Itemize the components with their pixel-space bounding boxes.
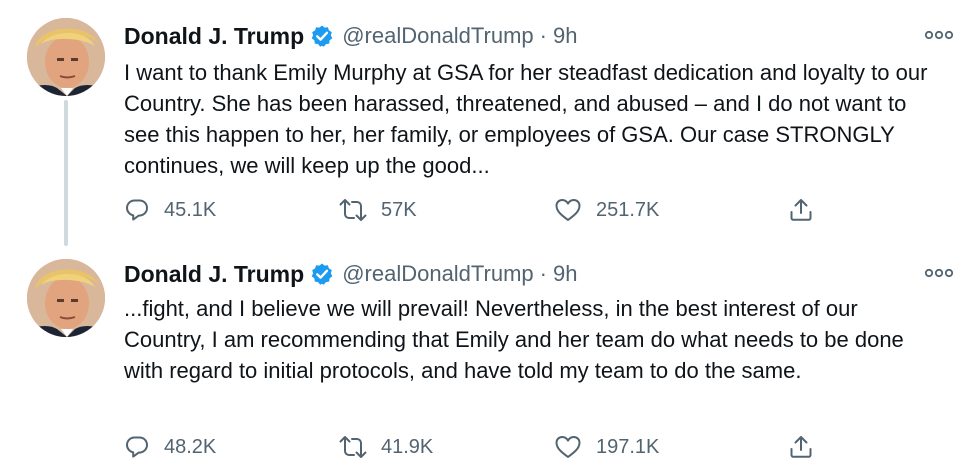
tweet-actions: 48.2K 41.9K 197.1K [124, 429, 844, 465]
verified-badge-icon [310, 262, 334, 286]
retweet-button[interactable]: 57K [339, 192, 417, 228]
retweet-count: 41.9K [381, 435, 434, 458]
tweet-actions: 45.1K 57K 251.7K [124, 192, 844, 228]
tweet-header: Donald J. Trump @realDonaldTrump · 9h [124, 20, 577, 52]
reply-count: 45.1K [164, 198, 217, 221]
retweet-button[interactable]: 41.9K [339, 429, 433, 465]
retweet-icon [339, 197, 367, 223]
heart-icon [554, 197, 582, 223]
display-name[interactable]: Donald J. Trump [124, 23, 304, 50]
tweet-text: I want to thank Emily Murphy at GSA for … [124, 60, 928, 178]
retweet-count: 57K [381, 198, 417, 221]
heart-icon [554, 434, 582, 460]
more-options-icon[interactable] [924, 268, 954, 278]
like-count: 251.7K [596, 198, 660, 221]
share-button[interactable] [788, 192, 814, 228]
reply-button[interactable]: 48.2K [124, 429, 216, 465]
handle[interactable]: @realDonaldTrump [342, 23, 533, 49]
share-icon [788, 434, 814, 460]
separator: · [539, 261, 547, 286]
separator: · [539, 23, 547, 48]
reply-icon [124, 197, 150, 223]
reply-icon [124, 434, 150, 460]
like-button[interactable]: 197.1K [554, 429, 659, 465]
avatar[interactable] [27, 18, 105, 96]
thread-connector [64, 100, 68, 246]
like-count: 197.1K [596, 435, 660, 458]
share-button[interactable] [788, 429, 814, 465]
timestamp[interactable]: 9h [553, 261, 577, 287]
reply-button[interactable]: 45.1K [124, 192, 216, 228]
display-name[interactable]: Donald J. Trump [124, 261, 304, 288]
tweet[interactable]: Donald J. Trump @realDonaldTrump · 9h ..… [0, 238, 980, 476]
tweet[interactable]: Donald J. Trump @realDonaldTrump · 9h I … [0, 0, 980, 246]
tweet-header: Donald J. Trump @realDonaldTrump · 9h [124, 258, 577, 290]
verified-badge-icon [310, 24, 334, 48]
retweet-icon [339, 434, 367, 460]
tweet-text: ...fight, and I believe we will prevail!… [124, 296, 904, 383]
reply-count: 48.2K [164, 435, 217, 458]
avatar[interactable] [27, 259, 105, 337]
tweet-thread: Donald J. Trump @realDonaldTrump · 9h I … [0, 0, 980, 476]
timestamp[interactable]: 9h [553, 23, 577, 49]
share-icon [788, 197, 814, 223]
handle[interactable]: @realDonaldTrump [342, 261, 533, 287]
like-button[interactable]: 251.7K [554, 192, 659, 228]
more-options-icon[interactable] [924, 30, 954, 40]
